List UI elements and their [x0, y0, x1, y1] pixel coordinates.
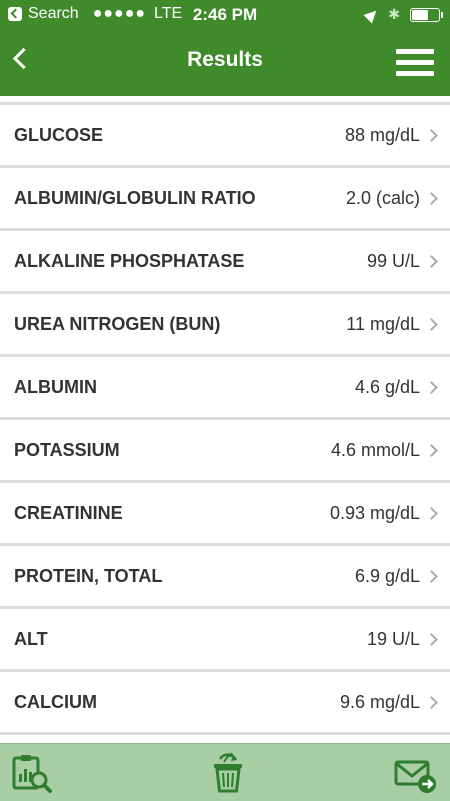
result-name: PROTEIN, TOTAL	[14, 566, 163, 586]
result-row[interactable]: POTASSIUM 4.6 mmol/L	[0, 420, 450, 483]
result-name: UREA NITROGEN (BUN)	[14, 314, 221, 334]
result-row[interactable]: GLUCOSE 88 mg/dL	[0, 105, 450, 168]
menu-line	[396, 71, 434, 76]
result-row[interactable]: ALT 19 U/L	[0, 609, 450, 672]
result-value: 99 U/L	[366, 251, 420, 271]
result-value: 11 mg/dL	[346, 314, 420, 334]
result-value: 0.93 mg/dL	[329, 503, 420, 523]
status-right: ✱	[363, 6, 443, 23]
result-name: GLUCOSE	[14, 125, 104, 145]
result-value: 4.6 mmol/L	[330, 440, 420, 460]
chevron-right-icon	[425, 507, 438, 520]
header: Search ●●●●● LTE 2:46 PM ✱ Results	[0, 0, 450, 96]
chevron-right-icon	[425, 444, 438, 457]
menu-line	[396, 60, 434, 65]
mail-forward-icon[interactable]	[394, 752, 438, 796]
navigation-bar: Results	[0, 30, 450, 96]
chevron-right-icon	[425, 255, 438, 268]
result-name: ALT	[14, 629, 48, 649]
status-bar: Search ●●●●● LTE 2:46 PM ✱	[0, 0, 450, 30]
back-button[interactable]	[8, 42, 38, 76]
list-top-edge	[0, 96, 450, 105]
result-row[interactable]: ALBUMIN/GLOBULIN RATIO 2.0 (calc)	[0, 168, 450, 231]
chevron-right-icon	[425, 381, 438, 394]
result-name: ALBUMIN/GLOBULIN RATIO	[14, 188, 256, 208]
result-name: CALCIUM	[14, 692, 97, 712]
result-value: 88 mg/dL	[344, 125, 420, 145]
results-list[interactable]: GLUCOSE 88 mg/dL ALBUMIN/GLOBULIN RATIO …	[0, 96, 450, 743]
battery-icon	[410, 7, 443, 22]
result-row[interactable]: CALCIUM 9.6 mg/dL	[0, 672, 450, 735]
bluetooth-icon: ✱	[388, 6, 400, 22]
chevron-right-icon	[425, 696, 438, 709]
chevron-right-icon	[425, 633, 438, 646]
result-name: ALKALINE PHOSPHATASE	[14, 251, 245, 271]
page-title: Results	[187, 48, 263, 71]
chevron-right-icon	[425, 570, 438, 583]
result-value: 6.9 g/dL	[354, 566, 420, 586]
result-row[interactable]: UREA NITROGEN (BUN) 11 mg/dL	[0, 294, 450, 357]
result-name: CREATININE	[14, 503, 123, 523]
result-row[interactable]: ALKALINE PHOSPHATASE 99 U/L	[0, 231, 450, 294]
result-name: POTASSIUM	[14, 440, 120, 460]
result-value: 2.0 (calc)	[345, 188, 420, 208]
result-row[interactable]: PROTEIN, TOTAL 6.9 g/dL	[0, 546, 450, 609]
location-arrow-icon	[363, 6, 381, 23]
chevron-right-icon	[425, 318, 438, 331]
hamburger-menu-icon[interactable]	[396, 47, 434, 77]
result-name: ALBUMIN	[14, 377, 97, 397]
bottom-toolbar	[0, 743, 450, 801]
chevron-right-icon	[425, 192, 438, 205]
result-value: 4.6 g/dL	[354, 377, 420, 397]
result-value: 9.6 mg/dL	[339, 692, 420, 712]
result-row[interactable]: ALBUMIN 4.6 g/dL	[0, 357, 450, 420]
report-search-icon[interactable]	[10, 752, 54, 796]
result-row-partial[interactable]	[0, 735, 450, 743]
menu-line	[396, 49, 434, 54]
result-value: 19 U/L	[366, 629, 420, 649]
trash-recycle-icon[interactable]	[206, 752, 250, 796]
chevron-right-icon	[425, 129, 438, 142]
battery-fill	[412, 9, 428, 20]
result-row[interactable]: CREATININE 0.93 mg/dL	[0, 483, 450, 546]
